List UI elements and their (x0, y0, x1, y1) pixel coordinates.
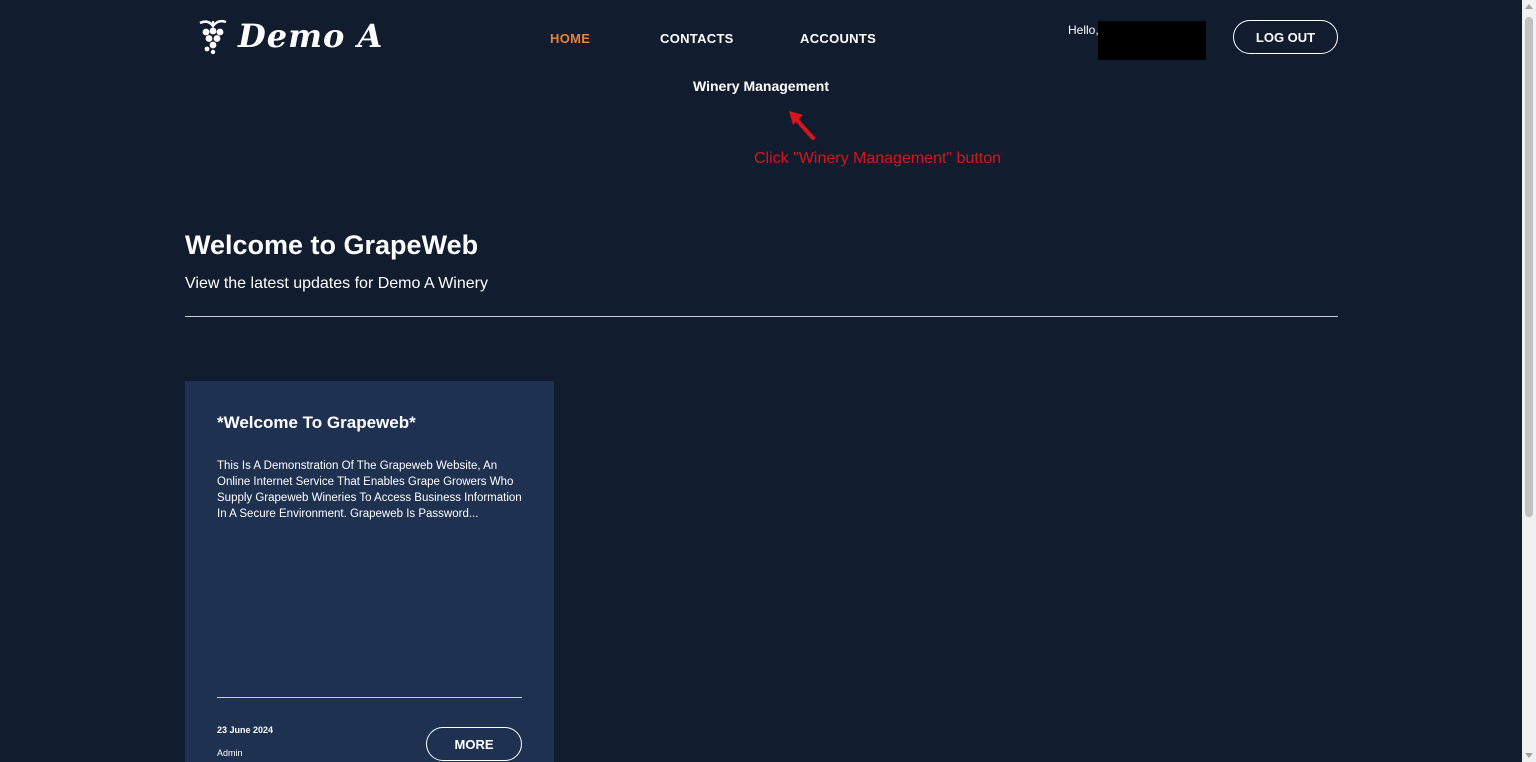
more-button[interactable]: MORE (426, 727, 522, 761)
logo-text: Demo A (238, 17, 384, 55)
hello-greeting: Hello, (1068, 23, 1099, 37)
redacted-username (1098, 21, 1206, 60)
card-date: 23 June 2024 (217, 725, 274, 735)
scroll-thumb[interactable] (1525, 17, 1533, 517)
logout-button[interactable]: LOG OUT (1233, 20, 1338, 54)
card-divider (217, 697, 522, 698)
card-title: *Welcome To Grapeweb* (217, 413, 416, 432)
news-card: *Welcome To Grapeweb* This Is A Demonstr… (185, 381, 554, 762)
nav-contacts[interactable]: CONTACTS (660, 31, 734, 46)
logo[interactable]: Demo A (196, 17, 383, 55)
card-body: This Is A Demonstration Of The Grapeweb … (217, 460, 522, 520)
section-divider (185, 316, 1338, 317)
nav-accounts[interactable]: ACCOUNTS (800, 31, 876, 46)
annotation-text: Click "Winery Management" button (754, 150, 1002, 167)
scroll-down-icon[interactable] (1525, 753, 1533, 758)
page-subtitle: View the latest updates for Demo A Winer… (185, 275, 488, 292)
grape-icon (199, 19, 227, 55)
scroll-up-icon[interactable] (1525, 4, 1533, 9)
page: Demo A HOME CONTACTS ACCOUNTS Winery Man… (0, 0, 1536, 762)
page-title: Welcome to GrapeWeb (185, 230, 479, 260)
vertical-scrollbar[interactable] (1522, 0, 1536, 762)
annotation-arrow-icon (789, 111, 815, 140)
winery-management-link[interactable]: Winery Management (693, 78, 829, 94)
nav-home[interactable]: HOME (550, 31, 590, 46)
card-author: Admin (217, 748, 243, 758)
